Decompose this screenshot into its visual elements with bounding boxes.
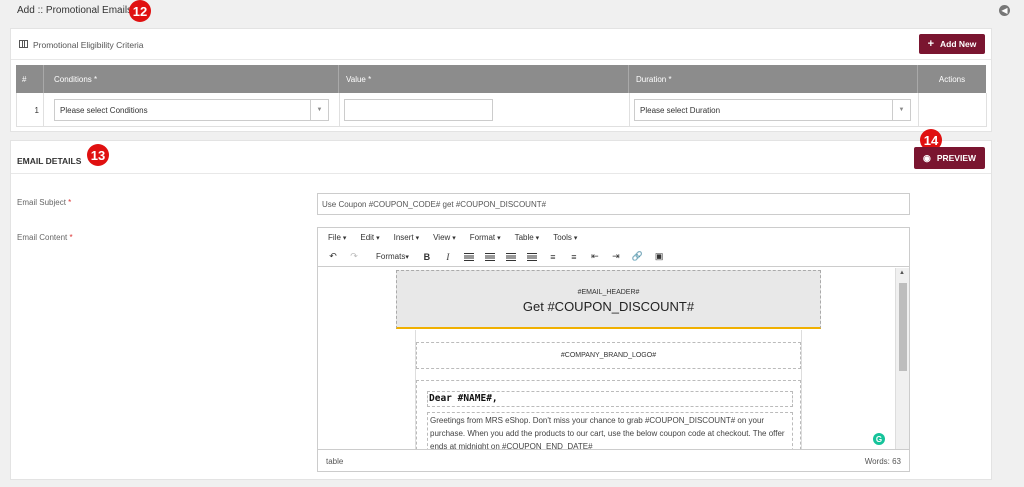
table-row: 1 Please select Conditions ▼ Please sele… bbox=[16, 93, 987, 127]
editor-statusbar: table Words: 63 bbox=[318, 449, 909, 472]
grammarly-icon[interactable]: G bbox=[873, 433, 885, 445]
col-index: # bbox=[16, 65, 44, 93]
eligibility-panel: Promotional Eligibility Criteria + Add N… bbox=[10, 28, 992, 132]
required-mark: * bbox=[68, 198, 72, 207]
menu-file[interactable]: File bbox=[328, 233, 346, 242]
formats-dropdown[interactable]: Formats bbox=[376, 251, 409, 263]
email-subject-field[interactable]: Use Coupon #COUPON_CODE# get #COUPON_DIS… bbox=[317, 193, 910, 215]
word-count: Words: 63 bbox=[864, 456, 901, 466]
add-new-label: Add New bbox=[940, 39, 977, 49]
actions-cell bbox=[919, 93, 987, 127]
step-badge-12: 12 bbox=[129, 0, 151, 22]
eligibility-title: Promotional Eligibility Criteria bbox=[33, 40, 144, 50]
eligibility-header: Promotional Eligibility Criteria + Add N… bbox=[11, 29, 991, 60]
editor-content[interactable]: #EMAIL_HEADER# Get #COUPON_DISCOUNT# #CO… bbox=[318, 268, 896, 449]
editor-menubar: File Edit Insert View Format Table Tools bbox=[318, 228, 909, 247]
value-input[interactable] bbox=[344, 99, 493, 121]
numbered-list-icon[interactable]: ≡ bbox=[569, 251, 579, 263]
brand-logo-placeholder: #COMPANY_BRAND_LOGO# bbox=[416, 342, 801, 369]
email-body-text: Greetings from MRS eShop. Don't miss you… bbox=[427, 412, 793, 449]
col-value: Value * bbox=[339, 65, 629, 93]
table-header: # Conditions * Value * Duration * Action… bbox=[16, 65, 986, 93]
email-subject-label: Email Subject * bbox=[17, 198, 72, 207]
undo-icon[interactable]: ↶ bbox=[328, 251, 338, 263]
email-body-block: Dear #NAME#, Greetings from MRS eShop. D… bbox=[416, 380, 801, 449]
element-path[interactable]: table bbox=[326, 457, 343, 466]
align-justify-icon[interactable] bbox=[526, 251, 537, 263]
col-duration: Duration * bbox=[629, 65, 918, 93]
required-mark: * bbox=[69, 233, 73, 242]
scroll-up-icon[interactable]: ▲ bbox=[899, 270, 905, 276]
list-icon bbox=[19, 40, 28, 48]
menu-table[interactable]: Table bbox=[515, 233, 540, 242]
menu-tools[interactable]: Tools bbox=[553, 233, 577, 242]
col-conditions: Conditions * bbox=[44, 65, 339, 93]
duration-select[interactable]: Please select Duration ▼ bbox=[634, 99, 911, 121]
row-index: 1 bbox=[17, 93, 44, 127]
bullet-list-icon[interactable]: ≡ bbox=[548, 251, 558, 263]
menu-edit[interactable]: Edit bbox=[360, 233, 379, 242]
email-body-wrapper: #COMPANY_BRAND_LOGO# Dear #NAME#, Greeti… bbox=[415, 330, 802, 449]
menu-view[interactable]: View bbox=[433, 233, 456, 242]
redo-icon[interactable]: ↷ bbox=[349, 251, 359, 263]
outdent-icon[interactable]: ⇤ bbox=[590, 251, 600, 263]
chevron-down-icon: ▼ bbox=[892, 100, 910, 120]
eye-icon: ◉ bbox=[922, 152, 931, 163]
conditions-placeholder: Please select Conditions bbox=[60, 105, 148, 115]
align-right-icon[interactable] bbox=[505, 251, 516, 263]
email-details-title: EMAIL DETAILS bbox=[17, 156, 82, 166]
italic-icon[interactable]: I bbox=[443, 251, 453, 263]
align-center-icon[interactable] bbox=[484, 251, 495, 263]
conditions-select[interactable]: Please select Conditions ▼ bbox=[54, 99, 329, 121]
email-content-label: Email Content * bbox=[17, 233, 73, 242]
email-details-panel: EMAIL DETAILS 13 14 ◉ PREVIEW Email Subj… bbox=[10, 129, 992, 480]
editor-toolbar: ↶ ↷ Formats B I ≡ ≡ ⇤ ⇥ 🔗 ▣ bbox=[318, 247, 909, 267]
top-bar: Add :: Promotional Emails 12 ◀ bbox=[0, 0, 1024, 22]
email-header-block: #EMAIL_HEADER# Get #COUPON_DISCOUNT# bbox=[396, 270, 821, 329]
scroll-thumb[interactable] bbox=[899, 283, 907, 371]
email-title: Get #COUPON_DISCOUNT# bbox=[522, 299, 695, 314]
col-actions: Actions bbox=[938, 74, 966, 84]
preview-label: PREVIEW bbox=[936, 153, 977, 163]
divider bbox=[11, 173, 991, 174]
menu-insert[interactable]: Insert bbox=[394, 233, 419, 242]
indent-icon[interactable]: ⇥ bbox=[611, 251, 621, 263]
editor-scrollbar[interactable]: ▲ bbox=[895, 268, 909, 449]
add-new-button[interactable]: + Add New bbox=[919, 34, 985, 54]
rich-text-editor[interactable]: File Edit Insert View Format Table Tools… bbox=[317, 227, 910, 472]
greeting-line: Dear #NAME#, bbox=[427, 391, 793, 407]
duration-placeholder: Please select Duration bbox=[640, 105, 721, 115]
image-icon[interactable]: ▣ bbox=[654, 251, 664, 263]
back-icon[interactable]: ◀ bbox=[999, 5, 1010, 16]
align-left-icon[interactable] bbox=[463, 251, 474, 263]
email-header-tag: #EMAIL_HEADER# bbox=[577, 289, 640, 296]
page-title: Add :: Promotional Emails bbox=[17, 5, 133, 16]
menu-format[interactable]: Format bbox=[470, 233, 501, 242]
plus-icon: + bbox=[927, 38, 935, 50]
link-icon[interactable]: 🔗 bbox=[632, 251, 643, 263]
preview-button[interactable]: ◉ PREVIEW bbox=[914, 147, 985, 169]
chevron-down-icon: ▼ bbox=[310, 100, 328, 120]
step-badge-13: 13 bbox=[87, 144, 109, 166]
bold-icon[interactable]: B bbox=[422, 251, 432, 263]
